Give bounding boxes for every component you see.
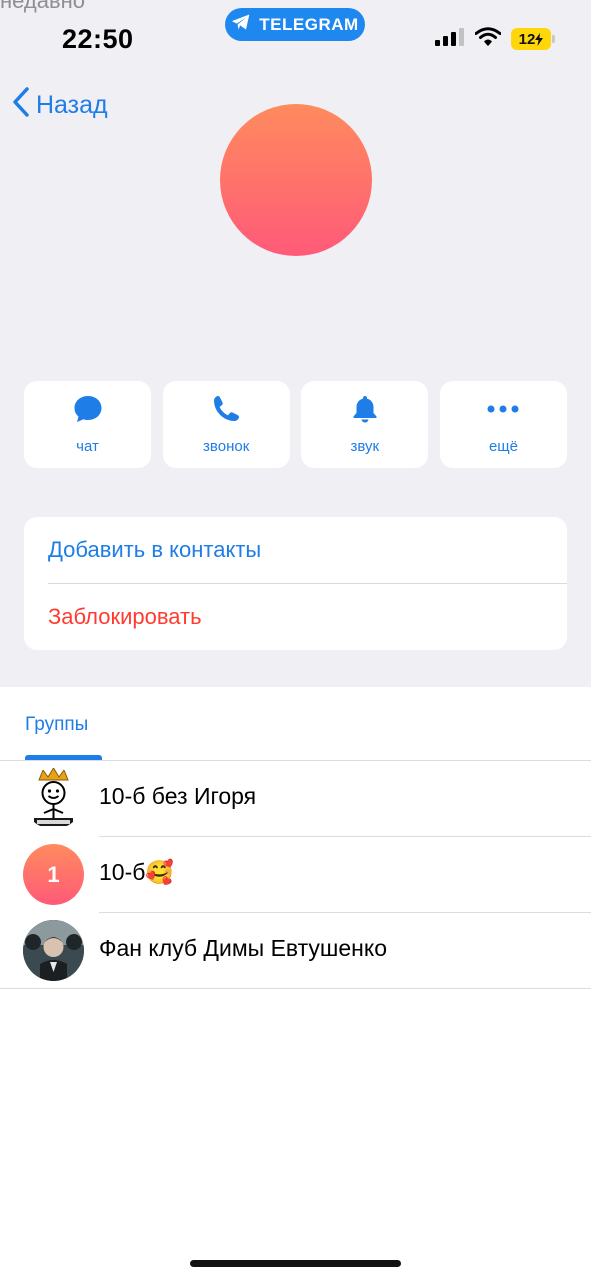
contact-actions-card: Добавить в контакты Заблокировать xyxy=(24,517,567,650)
tab-active-indicator xyxy=(25,755,102,760)
sound-action-button[interactable]: звук xyxy=(301,381,429,468)
divider xyxy=(0,988,591,989)
chat-action-button[interactable]: чат xyxy=(24,381,151,468)
telegram-plane-icon xyxy=(231,13,251,36)
block-button[interactable]: Заблокировать xyxy=(24,584,567,650)
call-action-label: звонок xyxy=(203,438,250,455)
back-label: Назад xyxy=(36,91,108,119)
photo-avatar xyxy=(23,920,84,981)
add-contact-button[interactable]: Добавить в контакты xyxy=(24,517,567,583)
chevron-left-icon xyxy=(12,86,30,125)
list-item[interactable]: 10-б без Игоря xyxy=(0,761,591,837)
list-item[interactable]: 1 10-б🥰 xyxy=(0,837,591,913)
tab-groups[interactable]: Группы xyxy=(25,714,88,736)
shared-media-tabs: Группы xyxy=(0,687,591,761)
groups-list: 10-б без Игоря 1 10-б🥰 Фан клуб Димы Евт… xyxy=(0,761,591,989)
call-action-button[interactable]: звонок xyxy=(162,381,290,468)
group-name: 10-б🥰 xyxy=(99,859,175,885)
avatar-initial: 1 xyxy=(47,861,60,887)
group-avatar: 1 xyxy=(23,844,84,905)
battery-icon: 12 xyxy=(511,28,555,50)
battery-level: 12 xyxy=(518,30,536,48)
chat-bubble-icon xyxy=(73,394,103,429)
profile-avatar[interactable] xyxy=(220,104,372,256)
sound-action-label: звук xyxy=(350,438,380,455)
bell-icon xyxy=(350,394,380,429)
status-time: 22:50 xyxy=(62,24,134,54)
telegram-return-pill[interactable]: TELEGRAM xyxy=(225,8,365,41)
group-avatar xyxy=(23,768,84,829)
back-button[interactable]: Назад xyxy=(12,86,108,125)
phone-icon xyxy=(211,394,241,429)
group-avatar xyxy=(23,920,84,981)
last-seen-status: недавно xyxy=(0,0,86,13)
group-name: Фан клуб Димы Евтушенко xyxy=(99,935,387,961)
profile-actions: чат звонок звук ещё xyxy=(24,381,567,468)
more-action-label: ещё xyxy=(488,438,518,455)
charging-bolt-icon xyxy=(535,32,544,46)
telegram-pill-label: TELEGRAM xyxy=(259,14,359,34)
wifi-icon xyxy=(474,27,502,51)
chat-action-label: чат xyxy=(76,438,99,455)
group-name: 10-б без Игоря xyxy=(99,783,257,809)
status-indicators: 12 xyxy=(435,27,555,51)
more-action-button[interactable]: ещё xyxy=(439,381,567,468)
home-indicator[interactable] xyxy=(190,1260,401,1267)
list-item[interactable]: Фан клуб Димы Евтушенко xyxy=(0,913,591,989)
sketch-crown-avatar xyxy=(34,768,73,826)
more-icon xyxy=(486,394,520,429)
cellular-signal-icon xyxy=(435,27,465,51)
